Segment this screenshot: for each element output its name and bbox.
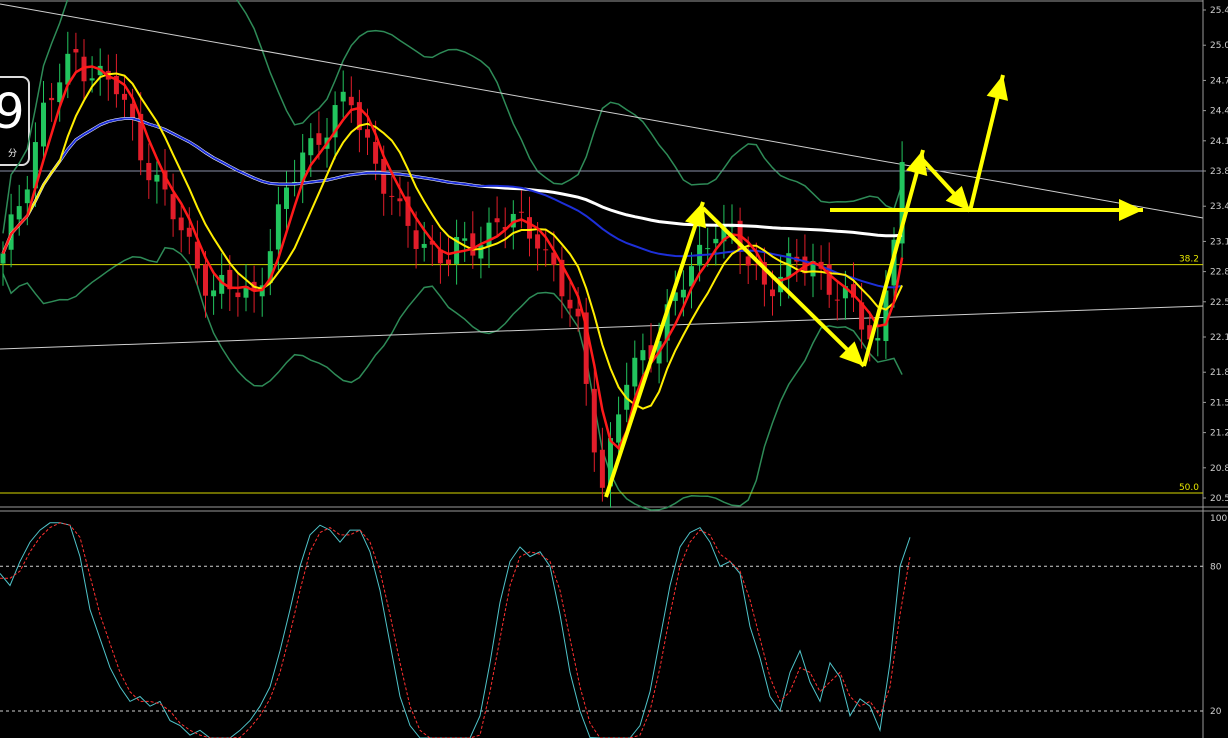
candle-body xyxy=(470,233,476,256)
stochastic-main-line xyxy=(0,522,911,738)
stochastic-signal-line xyxy=(0,522,911,738)
candle-body xyxy=(41,102,46,147)
candle-body xyxy=(616,414,622,443)
ma-white xyxy=(1,117,903,255)
candle-body xyxy=(348,96,354,106)
candle-body xyxy=(365,129,370,138)
candle-body xyxy=(713,238,719,244)
candle-body xyxy=(591,388,597,453)
candle-body xyxy=(599,449,605,488)
candle-body xyxy=(680,289,686,298)
price-tick-label: 24.4 xyxy=(1210,107,1228,117)
candle-body xyxy=(49,97,55,101)
candle-body xyxy=(632,357,638,387)
bollinger-lower xyxy=(2,246,903,511)
candle-body xyxy=(397,198,403,202)
candle-body xyxy=(462,238,468,241)
price-tick-label: 22.5 xyxy=(1210,298,1228,308)
fib-level-label: 50.0 xyxy=(1179,483,1199,493)
candle-body xyxy=(567,299,573,309)
oscillator-tick-label: 20 xyxy=(1210,707,1222,717)
candle-body xyxy=(389,195,395,197)
candle-body xyxy=(640,350,646,361)
candle-body xyxy=(421,243,427,248)
candle-body xyxy=(146,162,152,181)
candle-body xyxy=(486,222,492,247)
candle-body xyxy=(284,187,289,209)
price-tick-label: 23.1 xyxy=(1210,237,1228,247)
candle-body xyxy=(154,174,160,182)
arrow-up-1 xyxy=(604,201,705,498)
candle-body xyxy=(16,206,22,220)
candle-body xyxy=(381,158,387,194)
arrow-right-head xyxy=(1119,199,1143,221)
candle-body xyxy=(373,141,379,164)
candle-body xyxy=(308,138,314,156)
chart-canvas[interactable]: 25.4 25.0 24.7 24.4 24.1 23.8 23.4 23.1 22.8 22.5… xyxy=(0,0,1228,738)
candle-body xyxy=(73,49,79,53)
candle-body xyxy=(211,290,217,297)
candle-body xyxy=(543,249,549,251)
candle-body xyxy=(89,78,95,81)
candle-body xyxy=(235,292,241,298)
candle-body xyxy=(186,227,192,237)
candle-body xyxy=(527,217,532,239)
fib-level-label: 38.2 xyxy=(1179,255,1199,265)
price-tick-label: 22.1 xyxy=(1210,333,1228,343)
price-tick-label: 23.8 xyxy=(1210,167,1228,177)
price-tick-label: 24.7 xyxy=(1210,76,1228,86)
candle-body xyxy=(178,217,184,231)
candle-body xyxy=(575,308,581,317)
price-tick-label: 22.8 xyxy=(1210,268,1228,278)
candle-body xyxy=(494,218,500,223)
ma-blue xyxy=(2,117,903,289)
candle-body xyxy=(170,194,176,220)
price-tick-label: 25.4 xyxy=(1210,6,1228,16)
oscillator-tick-label: 100 xyxy=(1210,514,1227,524)
candle-body xyxy=(770,289,775,297)
candle-body xyxy=(24,189,30,204)
price-tick-label: 20.8 xyxy=(1210,464,1228,474)
trendline-upper xyxy=(0,3,1204,219)
candle-body xyxy=(705,248,711,250)
candle-body xyxy=(875,338,881,341)
candle-body xyxy=(130,103,136,119)
price-tick-label: 20.5 xyxy=(1210,494,1228,504)
candle-body xyxy=(340,91,346,102)
candle-body xyxy=(745,256,751,266)
arrow-up-2 xyxy=(862,149,925,367)
candle-body xyxy=(0,253,6,264)
candle-body xyxy=(122,93,127,100)
candle-body xyxy=(203,264,208,296)
candle-body xyxy=(535,234,541,249)
bollinger-upper xyxy=(2,0,903,234)
candle-body xyxy=(413,230,419,249)
price-tick-label: 21.5 xyxy=(1210,398,1228,408)
oscillator-tick-label: 80 xyxy=(1210,562,1222,572)
price-tick-label: 23.4 xyxy=(1210,202,1228,212)
candle-body xyxy=(316,133,322,145)
price-tick-label: 21.2 xyxy=(1210,429,1228,439)
candle-body xyxy=(275,204,281,250)
candle-body xyxy=(518,211,524,213)
arrow-up-3-head xyxy=(986,75,1009,101)
price-tick-label: 25.0 xyxy=(1210,41,1228,51)
candle-body xyxy=(834,299,840,301)
ma-yellow xyxy=(2,72,904,410)
price-tick-label: 24.1 xyxy=(1210,137,1228,147)
candle-body xyxy=(446,259,451,264)
price-tick-label: 21.8 xyxy=(1210,368,1228,378)
candle-body xyxy=(478,245,484,259)
